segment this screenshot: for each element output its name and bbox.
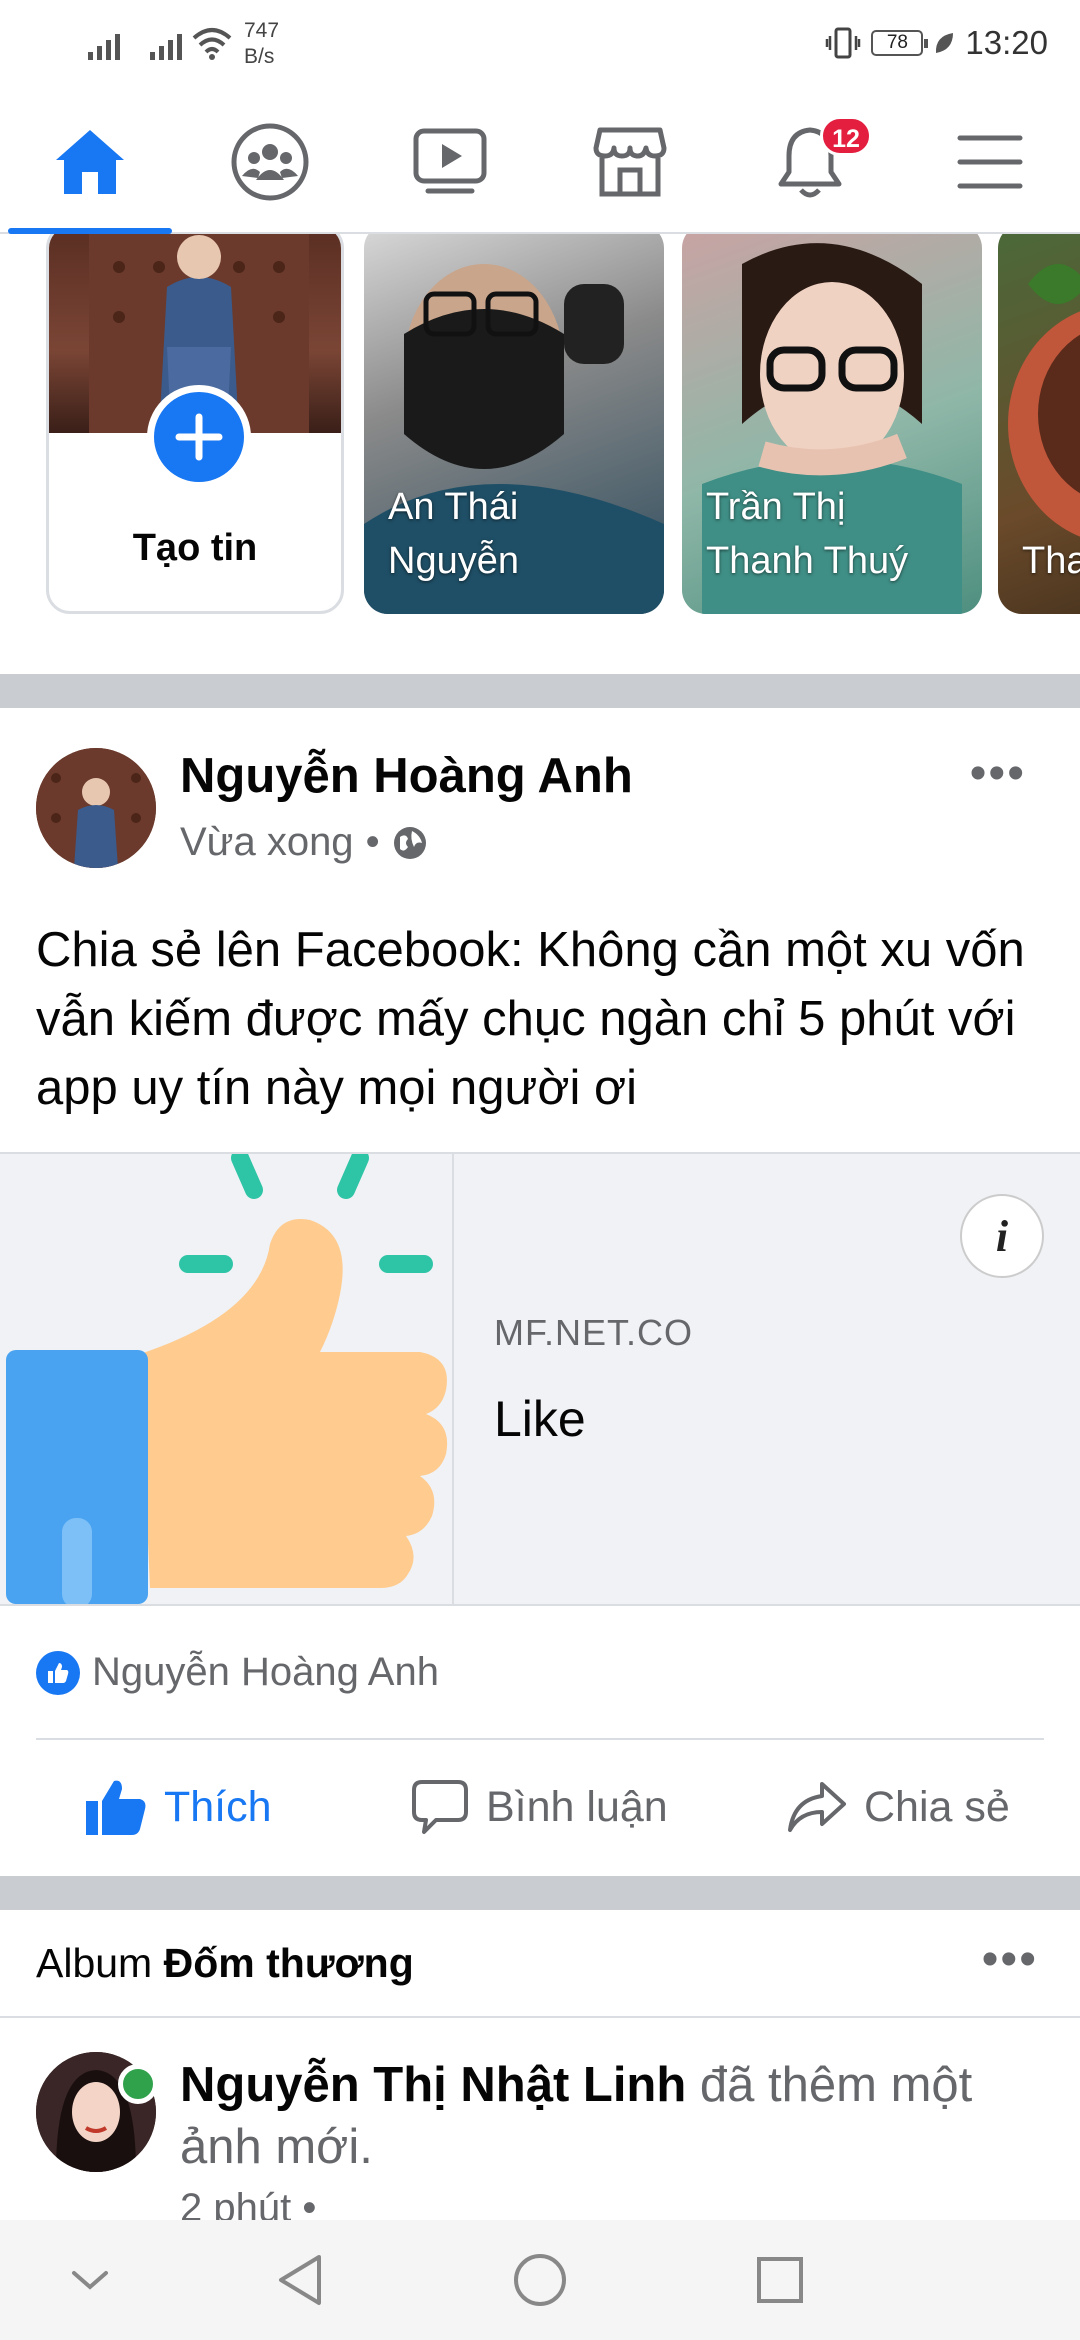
comment-icon	[412, 1780, 468, 1834]
wifi-icon	[192, 28, 232, 60]
tab-marketplace[interactable]	[540, 92, 720, 232]
recents-square-icon	[757, 2257, 803, 2303]
album-options-button[interactable]: •••	[982, 1936, 1038, 1984]
plus-icon	[175, 413, 223, 461]
feed-post-album: Album Đốm thương ••• Nguyễn Thị Nhật Lin…	[0, 1910, 1080, 2220]
album-post-author[interactable]: Nguyễn Thị Nhật Linh	[180, 2058, 686, 2112]
story-card[interactable]: An Thái Nguyễn	[364, 234, 664, 614]
album-prefix: Album	[36, 1940, 153, 1986]
chevron-down-icon	[72, 2271, 108, 2290]
story-name: An Thái Nguyễn	[388, 486, 519, 582]
create-story-label: Tạo tin	[132, 527, 258, 569]
system-nav-bar	[0, 2220, 1080, 2340]
story-name: Trần Thị Thanh Thuý	[706, 486, 909, 582]
album-post-time: 2 phút •	[180, 2186, 317, 2220]
back-button[interactable]	[270, 2250, 330, 2310]
post-author[interactable]: Nguyễn Hoàng Anh	[180, 748, 633, 804]
vibrate-icon	[826, 27, 861, 59]
home-circle-icon	[514, 2254, 566, 2306]
post-time[interactable]: Vừa xong	[180, 820, 354, 865]
comment-label: Bình luận	[486, 1782, 668, 1831]
net-speed-unit: B/s	[244, 45, 275, 68]
globe-icon	[393, 826, 426, 859]
story-name: Tha	[1022, 540, 1080, 582]
top-nav: 12	[0, 92, 1080, 234]
online-status-dot	[118, 2064, 158, 2104]
link-title: Like	[494, 1391, 586, 1447]
thumbs-up-icon	[86, 1780, 146, 1835]
thumbs-up-illustration	[6, 1154, 448, 1604]
feed-separator	[0, 1876, 1080, 1910]
menu-icon	[957, 135, 1023, 189]
like-reaction-icon	[36, 1650, 80, 1695]
post-text: Chia sẻ lên Facebook: Không cần một xu v…	[36, 923, 1025, 1115]
feed-post: Nguyễn Hoàng Anh Vừa xong • ••• Chia sẻ …	[0, 708, 1080, 1876]
meta-separator: •	[365, 820, 380, 864]
net-speed: 747 B/s	[244, 18, 279, 70]
leaf-icon	[936, 33, 954, 53]
tab-home[interactable]	[0, 92, 180, 234]
link-thumbnail	[0, 1154, 454, 1604]
story-card[interactable]: Trần Thị Thanh Thuý	[682, 234, 982, 614]
watch-icon	[413, 128, 487, 194]
tab-watch[interactable]	[360, 92, 540, 232]
action-divider	[36, 1738, 1044, 1740]
feed-separator	[0, 674, 1080, 708]
home-button[interactable]	[510, 2250, 570, 2310]
like-button[interactable]: Thích	[84, 1742, 272, 1872]
groups-icon	[231, 123, 309, 201]
marketplace-icon	[593, 127, 667, 197]
back-triangle-icon	[279, 2255, 321, 2305]
net-speed-value: 747	[244, 19, 280, 42]
post-meta: Vừa xong •	[180, 820, 428, 865]
hide-nav-button[interactable]	[60, 2250, 120, 2310]
recents-button[interactable]	[750, 2250, 810, 2310]
post-options-button[interactable]: •••	[970, 750, 1026, 798]
share-button[interactable]: Chia sẻ	[786, 1742, 1010, 1872]
battery-icon: 78	[871, 30, 929, 56]
tab-groups[interactable]	[180, 92, 360, 232]
link-info-button[interactable]: i	[960, 1194, 1044, 1278]
reactions-name: Nguyễn Hoàng Anh	[92, 1650, 439, 1694]
signal-icon-2	[150, 30, 182, 60]
add-story-button[interactable]	[147, 385, 251, 489]
album-post-headline: Nguyễn Thị Nhật Linh đã thêm một ảnh mới…	[180, 2054, 1060, 2178]
notifications-badge: 12	[820, 116, 872, 156]
link-preview-card[interactable]: i MF.NET.CO Like	[0, 1152, 1080, 1606]
album-header[interactable]: Album Đốm thương	[36, 1940, 414, 1987]
tab-notifications[interactable]: 12	[720, 92, 900, 232]
like-label: Thích	[164, 1782, 272, 1831]
reactions-summary[interactable]: Nguyễn Hoàng Anh	[36, 1650, 439, 1695]
comment-button[interactable]: Bình luận	[410, 1742, 668, 1872]
stories-tray: Tạo tin An Thái Nguyễn Trần Thị Thanh Th…	[0, 234, 1080, 674]
create-story-card[interactable]: Tạo tin	[46, 234, 344, 614]
avatar[interactable]	[36, 748, 156, 868]
link-domain: MF.NET.CO	[494, 1312, 694, 1353]
share-icon	[788, 1782, 846, 1832]
album-divider	[0, 2016, 1080, 2018]
clock: 13:20	[965, 24, 1048, 61]
story-card[interactable]: Tha	[998, 234, 1080, 614]
status-bar: 747 B/s 78 13:20	[0, 0, 1080, 92]
tab-menu[interactable]	[900, 92, 1080, 232]
share-label: Chia sẻ	[864, 1782, 1010, 1831]
post-actions: Thích Bình luận Chia sẻ	[0, 1742, 1080, 1872]
album-name[interactable]: Đốm thương	[164, 1940, 414, 1986]
home-icon	[56, 130, 124, 194]
signal-icon	[88, 30, 120, 60]
